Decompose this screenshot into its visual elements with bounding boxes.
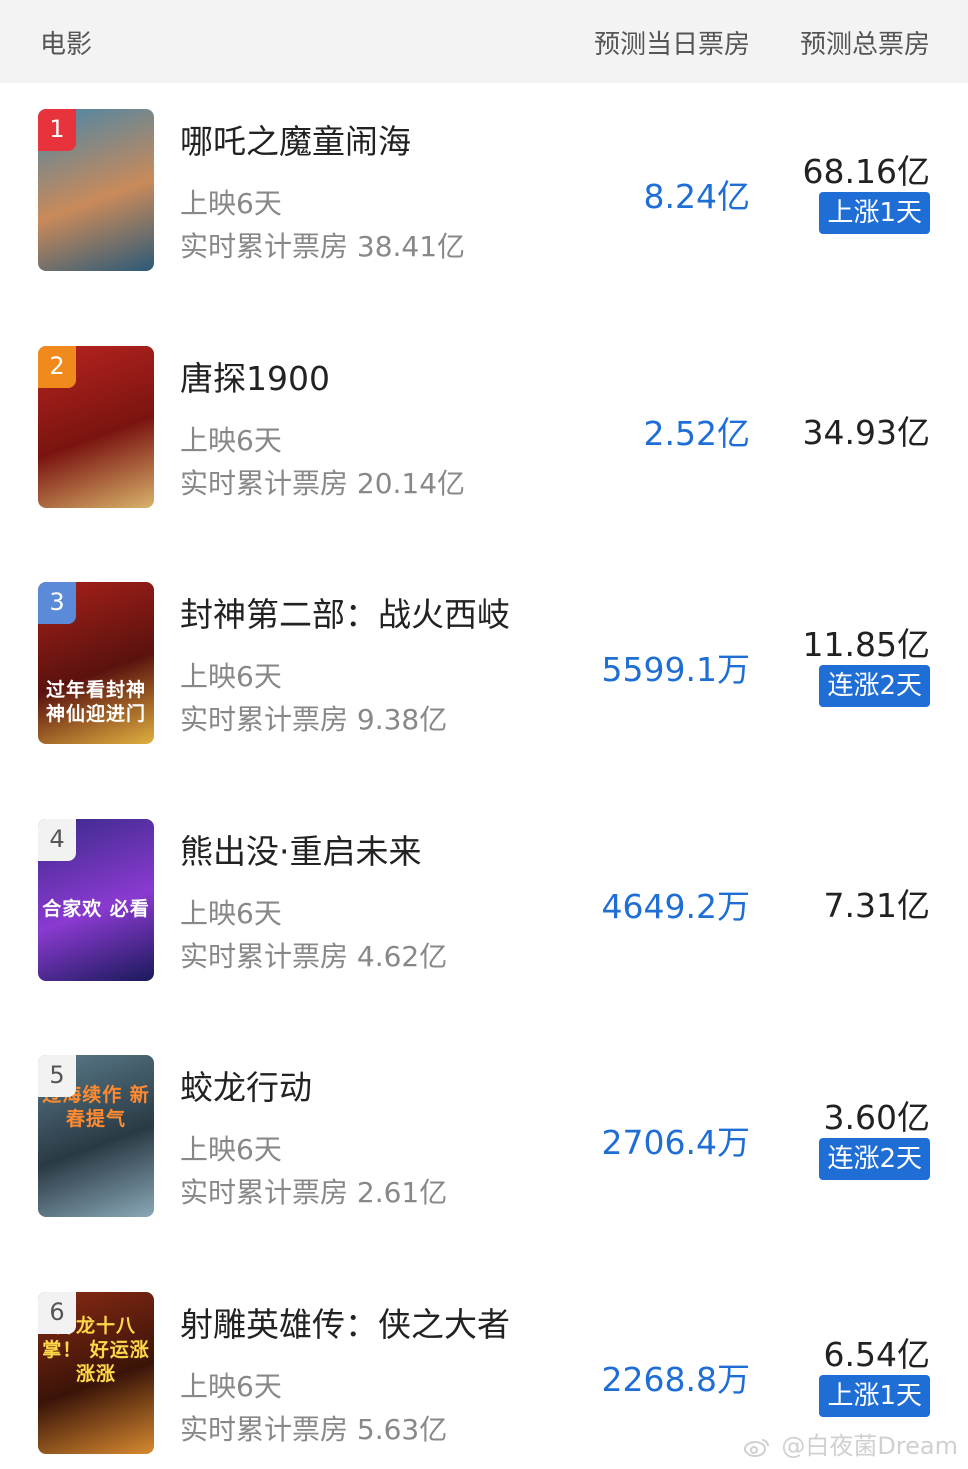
total-forecast: 7.31亿 xyxy=(823,886,930,925)
daily-forecast: 2706.4万 xyxy=(601,1123,750,1162)
total-forecast: 6.54亿 xyxy=(823,1335,930,1374)
movie-title: 蛟龙行动 xyxy=(180,1068,312,1107)
release-days: 上映6天 xyxy=(180,660,282,693)
column-header-daily-forecast[interactable]: 预测当日票房 xyxy=(594,24,750,61)
daily-forecast: 2.52亿 xyxy=(643,414,750,453)
rank-badge: 2 xyxy=(38,346,76,388)
release-days: 上映6天 xyxy=(180,897,282,930)
trend-badge: 上涨1天 xyxy=(819,192,930,234)
movie-title: 射雕英雄传：侠之大者 xyxy=(180,1305,510,1344)
movie-title: 哪吒之魔童闹海 xyxy=(180,122,411,161)
release-days: 上映6天 xyxy=(180,187,282,220)
weibo-icon xyxy=(743,1439,769,1457)
movie-row[interactable]: 1 哪吒之魔童闹海上映6天实时累计票房 38.41亿 8.24亿 68.16亿 上涨1天 xyxy=(0,109,968,345)
total-forecast: 68.16亿 xyxy=(802,152,930,191)
poster-caption: 过年看封神 神仙迎进门 xyxy=(45,679,146,725)
total-forecast: 3.60亿 xyxy=(823,1098,930,1137)
movie-row[interactable]: 2 唐探1900 上映6天实时累计票房 20.14亿 2.52亿 34.93亿 xyxy=(0,346,968,582)
movie-row[interactable]: 过年看封神 神仙迎进门 3 封神第二部：战火西岐上映6天实时累计票房 9.38亿 55… xyxy=(0,582,968,818)
rank-badge: 1 xyxy=(38,109,76,151)
trend-badge: 上涨1天 xyxy=(819,1375,930,1417)
movie-row[interactable]: 过海续作 新春提气 5 蛟龙行动 上映6天 实时累计票房 2.61亿 2706.4万 3.6… xyxy=(0,1055,968,1291)
poster-caption: 合家欢 必看 xyxy=(42,898,150,920)
column-header-movie: 电影 xyxy=(40,30,93,60)
movie-title: 唐探1900 xyxy=(180,359,330,398)
release-days: 上映6天 xyxy=(180,1133,282,1166)
rank-badge: 5 xyxy=(38,1055,76,1097)
daily-forecast: 5599.1万 xyxy=(601,650,750,689)
daily-forecast: 4649.2万 xyxy=(601,887,750,926)
cumulative-box-office: 实时累计票房 9.38亿 xyxy=(180,703,448,736)
rank-badge: 3 xyxy=(38,582,76,624)
total-forecast: 34.93亿 xyxy=(802,413,930,452)
release-days: 上映6天 xyxy=(180,424,282,457)
release-days: 上映6天 xyxy=(180,1370,282,1403)
movie-row[interactable]: 合家欢 必看 4 熊出没·重启未来上映6天实时累计票房 4.62亿 4649.2万 7.… xyxy=(0,819,968,1055)
watermark: @白夜菌Dream xyxy=(743,1426,958,1461)
cumulative-box-office: 实时累计票房 5.63亿 xyxy=(180,1413,448,1446)
table-header: 电影 预测当日票房 预测总票房 xyxy=(0,0,968,83)
cumulative-box-office: 实时累计票房 4.62亿 xyxy=(180,940,448,973)
rank-badge: 6 xyxy=(38,1292,76,1334)
movie-title: 封神第二部：战火西岐 xyxy=(180,595,510,634)
watermark-text: @白夜菌Dream xyxy=(781,1432,958,1460)
cumulative-box-office: 实时累计票房 2.61亿 xyxy=(180,1176,448,1209)
trend-badge: 连涨2天 xyxy=(819,1138,930,1180)
trend-badge: 连涨2天 xyxy=(819,665,930,707)
total-forecast: 11.85亿 xyxy=(802,625,930,664)
daily-forecast: 2268.8万 xyxy=(601,1360,750,1399)
movie-title: 熊出没·重启未来 xyxy=(180,832,422,871)
cumulative-box-office: 实时累计票房 38.41亿 xyxy=(180,230,466,263)
daily-forecast: 8.24亿 xyxy=(643,177,750,216)
column-header-total-forecast[interactable]: 预测总票房 xyxy=(800,24,930,61)
rank-badge: 4 xyxy=(38,819,76,861)
cumulative-box-office: 实时累计票房 20.14亿 xyxy=(180,467,466,500)
